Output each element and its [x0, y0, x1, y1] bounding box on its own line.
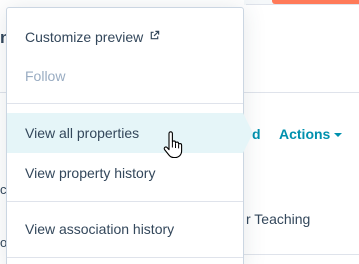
menu-item-view-association-history[interactable]: View association history: [7, 210, 243, 248]
actions-label: Actions: [279, 126, 331, 142]
section-divider: [244, 92, 359, 93]
menu-item-label: View association history: [25, 221, 175, 237]
bottom-divider: [244, 254, 359, 255]
hover-pointer-arrow: [243, 113, 253, 153]
menu-item-label: Customize preview: [25, 29, 144, 45]
property-value-fragment: r Teaching: [246, 211, 311, 227]
menu-item-label: View property history: [25, 165, 156, 181]
actions-dropdown-menu: Customize preview Follow View all proper…: [6, 7, 253, 264]
caret-down-icon: [334, 132, 343, 137]
crm-record-page: n d Actions c r Teaching o Customize pre…: [0, 0, 359, 264]
menu-item-label: View all properties: [25, 125, 140, 141]
menu-item-follow: Follow: [7, 58, 243, 94]
menu-separator: [7, 201, 243, 202]
link-fragment[interactable]: d: [252, 125, 266, 143]
header-divider: [246, 4, 359, 5]
menu-separator: [7, 103, 243, 104]
menu-item-view-all-properties[interactable]: View all properties: [7, 113, 253, 153]
menu-item-label: Follow: [25, 68, 66, 84]
external-link-icon: [150, 30, 160, 39]
hand-pointer-cursor-icon: [163, 131, 183, 159]
menu-item-customize-preview[interactable]: Customize preview: [7, 18, 243, 56]
menu-separator: [7, 257, 243, 258]
actions-dropdown-button[interactable]: Actions: [279, 125, 343, 143]
menu-item-view-property-history[interactable]: View property history: [7, 154, 243, 192]
